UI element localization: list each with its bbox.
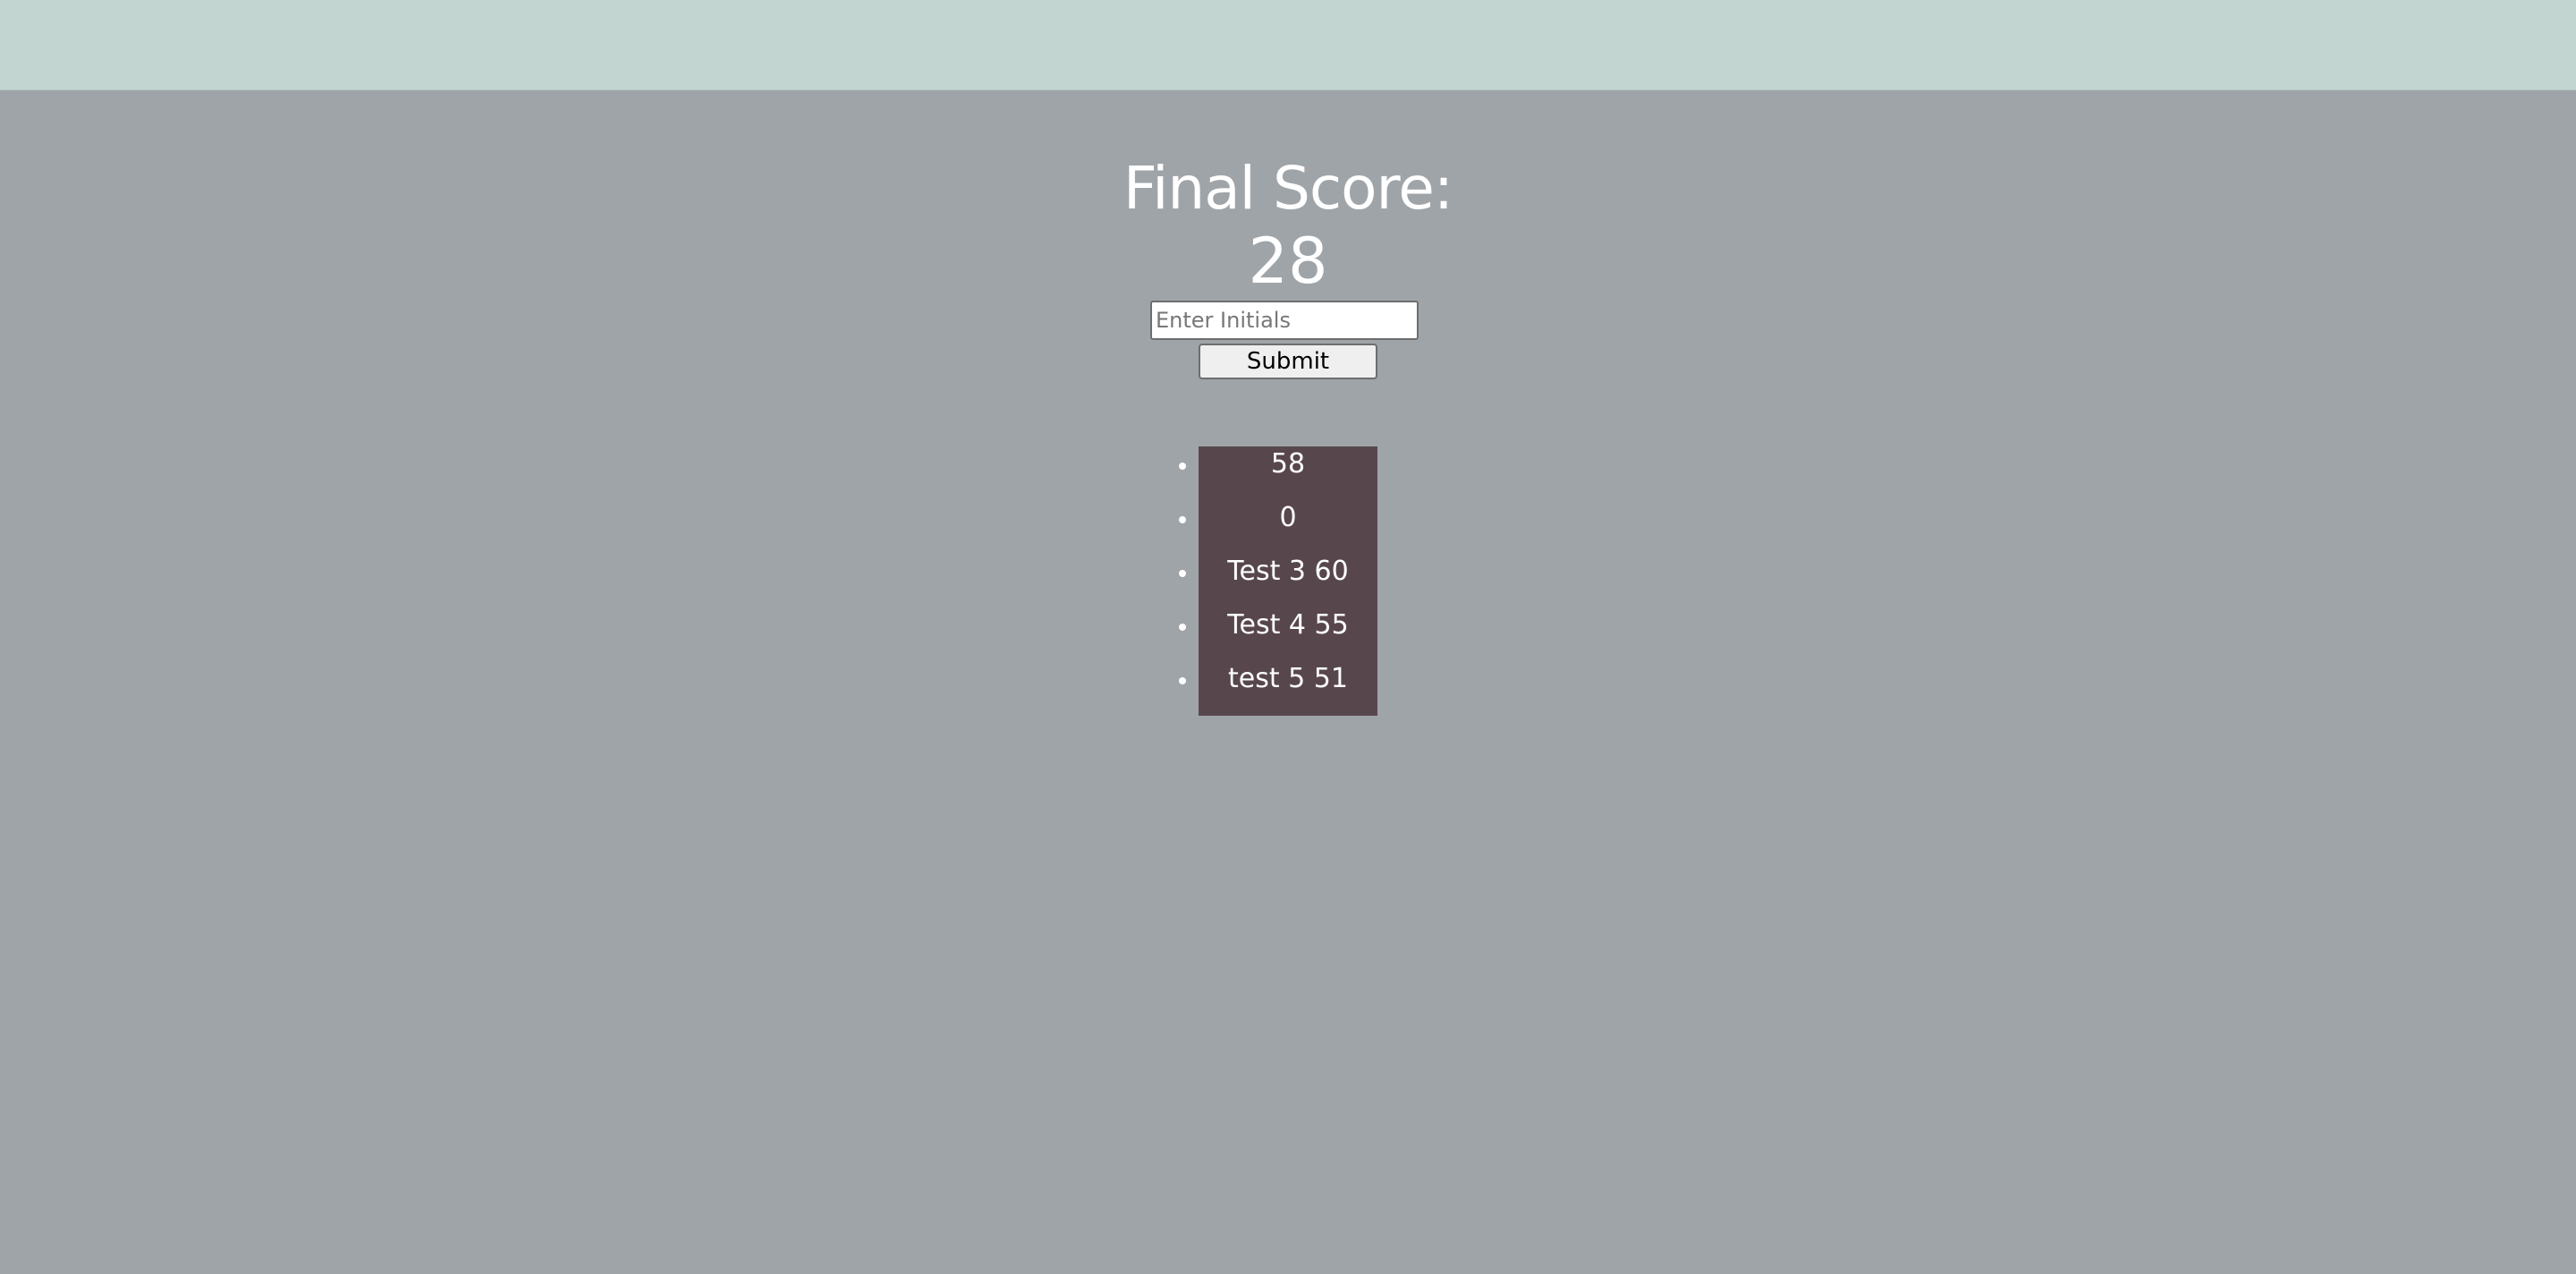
- initials-input[interactable]: [1150, 301, 1419, 340]
- final-score-section: Final Score: 28: [0, 152, 2576, 297]
- top-bar: [0, 0, 2576, 90]
- high-score-list: 58 0 Test 3 60 Test 4 55 test 5 51: [1199, 446, 1377, 716]
- list-item: Test 3 60: [1199, 554, 1377, 607]
- submit-button[interactable]: Submit: [1199, 344, 1377, 379]
- final-score-title: Final Score:: [1123, 154, 1453, 223]
- list-item: test 5 51: [1199, 661, 1377, 715]
- final-score-value: 28: [1248, 225, 1328, 298]
- list-item: 0: [1199, 500, 1377, 554]
- list-item: 58: [1199, 446, 1377, 500]
- list-item: Test 4 55: [1199, 607, 1377, 661]
